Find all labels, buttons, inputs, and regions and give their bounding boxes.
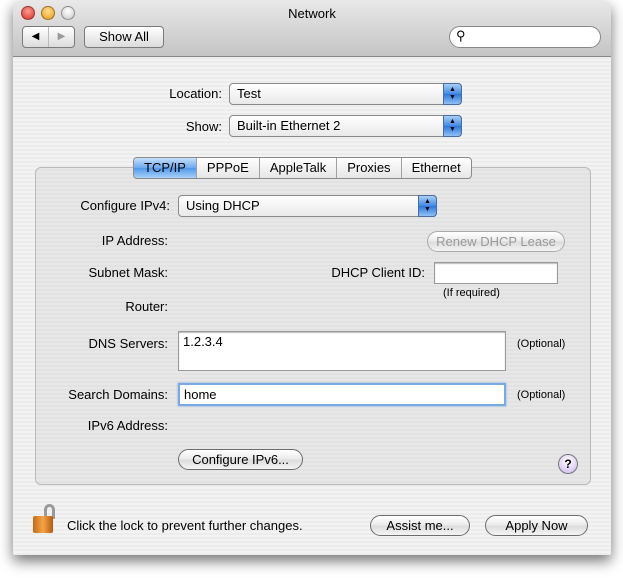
- search-optional-note: (Optional): [517, 389, 566, 401]
- updown-arrows-icon: ▲ ▼: [443, 83, 462, 105]
- unlocked-padlock-icon[interactable]: [33, 504, 59, 534]
- back-arrow-icon[interactable]: ◀: [23, 27, 49, 47]
- configure-ipv4-value: Using DHCP: [186, 198, 260, 213]
- configure-ipv6-button[interactable]: Configure IPv6...: [178, 449, 303, 470]
- help-button[interactable]: ?: [558, 454, 578, 474]
- dhcp-client-id-label: DHCP Client ID:: [331, 265, 425, 280]
- configure-ipv4-popup[interactable]: Using DHCP ▲ ▼: [178, 195, 437, 217]
- tab-tcpip[interactable]: TCP/IP: [134, 158, 196, 178]
- configure-ipv4-label: Configure IPv4:: [80, 198, 170, 213]
- assist-me-button[interactable]: Assist me...: [370, 515, 470, 536]
- show-label: Show:: [185, 119, 222, 134]
- apply-now-button[interactable]: Apply Now: [485, 515, 588, 536]
- show-all-button[interactable]: Show All: [84, 26, 164, 48]
- dns-servers-label: DNS Servers:: [88, 336, 168, 351]
- if-required-note: (If required): [443, 287, 500, 299]
- updown-arrows-icon: ▲ ▼: [443, 115, 462, 137]
- location-value: Test: [237, 86, 261, 101]
- updown-arrows-icon: ▲ ▼: [418, 195, 437, 217]
- search-domains-field[interactable]: home: [178, 383, 506, 406]
- lock-message: Click the lock to prevent further change…: [67, 518, 303, 533]
- ip-address-label: IP Address:: [101, 233, 168, 248]
- tab-pppoe[interactable]: PPPoE: [195, 158, 259, 178]
- location-popup[interactable]: Test ▲ ▼: [229, 83, 462, 105]
- subnet-mask-label: Subnet Mask:: [88, 265, 169, 280]
- search-input[interactable]: ⚲: [449, 26, 601, 48]
- tab-proxies[interactable]: Proxies: [336, 158, 400, 178]
- magnifier-icon: ⚲: [456, 28, 466, 43]
- location-label: Location:: [169, 86, 222, 101]
- router-label: Router:: [125, 299, 168, 314]
- show-value: Built-in Ethernet 2: [237, 118, 341, 133]
- show-popup[interactable]: Built-in Ethernet 2 ▲ ▼: [229, 115, 462, 137]
- back-forward-control: ◀ ▶: [22, 26, 75, 48]
- renew-dhcp-lease-button[interactable]: Renew DHCP Lease: [427, 231, 565, 252]
- window-title: Network: [288, 6, 336, 21]
- network-window: Network ◀ ▶ Show All ⚲ Location: Test ▲ ▼ …: [13, 1, 611, 555]
- search-domains-label: Search Domains:: [68, 387, 168, 402]
- title-toolbar: Network ◀ ▶ Show All ⚲: [13, 1, 611, 57]
- forward-arrow-icon[interactable]: ▶: [49, 27, 74, 47]
- dns-servers-field[interactable]: 1.2.3.4: [178, 331, 506, 371]
- dhcp-client-id-field[interactable]: [434, 262, 558, 284]
- tab-appletalk[interactable]: AppleTalk: [258, 158, 336, 178]
- ipv6-address-label: IPv6 Address:: [87, 418, 168, 433]
- tab-ethernet[interactable]: Ethernet: [400, 158, 471, 178]
- tab-bar: TCP/IP PPPoE AppleTalk Proxies Ethernet: [133, 157, 472, 179]
- dns-optional-note: (Optional): [517, 338, 566, 350]
